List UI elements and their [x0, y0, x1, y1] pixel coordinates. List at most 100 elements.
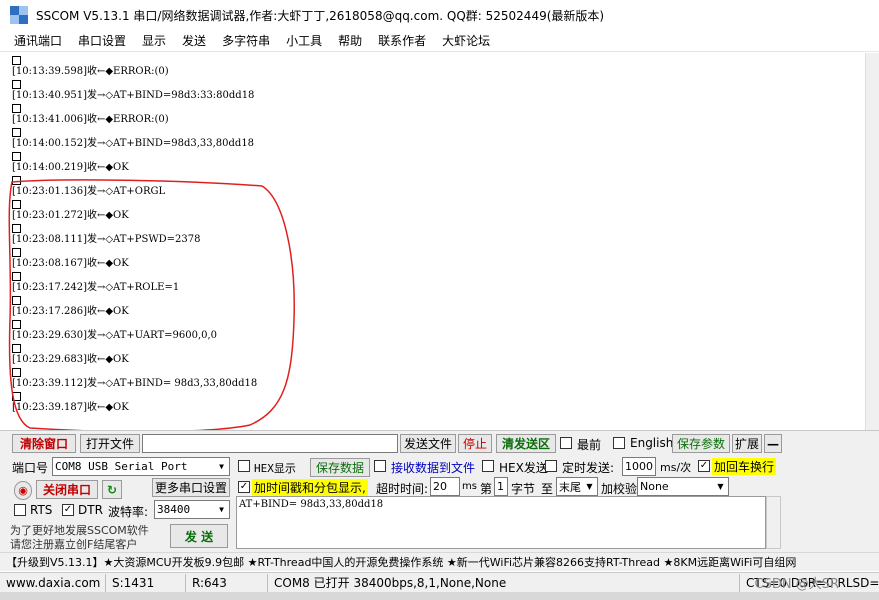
promo-line-2: 请您注册嘉立创F结尾客户 [10, 538, 138, 551]
log-line: [10:13:40.951]发→◇AT+BIND=98d3:33:80dd18 [12, 90, 255, 101]
stop-button[interactable]: 停止 [458, 434, 492, 453]
add-crlf-label: 加回车换行 [712, 458, 777, 475]
rts-checkbox[interactable] [14, 504, 26, 516]
byte-nth-label: 第 [480, 482, 493, 496]
hex-send-checkbox[interactable] [482, 460, 494, 472]
log-line: [10:23:39.187]收←◆OK [12, 402, 129, 413]
refresh-icon[interactable]: ↻ [102, 480, 122, 499]
chevron-down-icon: ▼ [717, 482, 724, 491]
timed-unit-label: ms/次 [660, 461, 692, 474]
send-scrollbar[interactable] [766, 496, 781, 549]
recv-to-file-label: 接收数据到文件 [391, 461, 476, 475]
collapse-button[interactable]: — [764, 434, 782, 453]
checksum-select[interactable]: None ▼ [637, 477, 729, 496]
menu-port[interactable]: 通讯端口 [0, 32, 70, 49]
menu-contact[interactable]: 联系作者 [370, 32, 434, 49]
timeout-input[interactable]: 20 [430, 477, 460, 496]
menu-serial-settings[interactable]: 串口设置 [70, 32, 134, 49]
timed-interval-input[interactable]: 1000 [622, 457, 656, 476]
menu-help[interactable]: 帮助 [330, 32, 370, 49]
to-label: 至 [541, 482, 554, 496]
log-marker [12, 176, 21, 185]
chevron-down-icon: ▼ [586, 482, 593, 491]
send-textarea[interactable]: AT+BIND= 98d3,33,80dd18 [236, 496, 766, 549]
log-line: [10:13:41.006]收←◆ERROR:(0) [12, 114, 169, 125]
log-line: [10:23:01.272]收←◆OK [12, 210, 129, 221]
dtr-label: DTR [78, 503, 103, 517]
status-website[interactable]: www.daxia.com [0, 573, 106, 592]
log-line: [10:23:29.630]发→◇AT+UART=9600,0,0 [12, 330, 218, 341]
status-bar: www.daxia.com S:1431 R:643 COM8 已打开 3840… [0, 572, 879, 592]
latest-label: 最前 [577, 438, 602, 452]
status-sent: S:1431 [106, 573, 186, 592]
to-select[interactable]: 末尾 ▼ [556, 477, 598, 496]
chevron-down-icon: ▼ [219, 505, 224, 514]
log-line: [10:13:39.598]收←◆ERROR:(0) [12, 66, 169, 77]
clear-send-button[interactable]: 清发送区 [496, 434, 556, 453]
log-marker [12, 224, 21, 233]
dtr-checkbox[interactable]: ✓ [62, 504, 74, 516]
timeout-label: 超时时间: [376, 482, 429, 496]
english-label: English [630, 436, 674, 450]
port-value: COM8 USB Serial Port [55, 460, 188, 473]
log-marker [12, 320, 21, 329]
status-port-state: COM8 已打开 38400bps,8,1,None,None [268, 573, 740, 592]
clear-window-button[interactable]: 清除窗口 [12, 434, 76, 453]
log-scrollbar[interactable] [866, 53, 879, 430]
save-params-button[interactable]: 保存参数 [672, 434, 730, 453]
log-marker [12, 200, 21, 209]
log-marker [12, 392, 21, 401]
log-line: [10:23:08.111]发→◇AT+PSWD=2378 [12, 234, 201, 245]
receive-log[interactable]: [10:13:39.598]收←◆ERROR:(0) [10:13:40.951… [0, 53, 866, 430]
log-line: [10:23:08.167]收←◆OK [12, 258, 129, 269]
english-checkbox[interactable] [613, 437, 625, 449]
timeout-unit-label: ms [462, 481, 477, 492]
timed-send-label: 定时发送: [562, 461, 615, 475]
hex-display-label: HEX显示 [254, 462, 296, 475]
port-label: 端口号 [12, 461, 49, 475]
open-file-button[interactable]: 打开文件 [80, 434, 140, 453]
rts-label: RTS [30, 503, 53, 517]
log-line: [10:23:39.112]发→◇AT+BIND= 98d3,33,80dd18 [12, 378, 258, 389]
log-line: [10:23:01.136]发→◇AT+ORGL [12, 186, 166, 197]
menu-forum[interactable]: 大虾论坛 [434, 32, 498, 49]
log-marker [12, 56, 21, 65]
menu-multi-string[interactable]: 多字符串 [214, 32, 278, 49]
log-marker [12, 104, 21, 113]
record-icon[interactable]: ◉ [14, 481, 32, 500]
baud-select[interactable]: 38400 ▼ [154, 500, 230, 519]
menu-send[interactable]: 发送 [174, 32, 214, 49]
promo-bar[interactable]: 【升级到V5.13.1】★大资源MCU开发板9.9包邮 ★RT-Thread中国… [0, 552, 879, 571]
save-data-button[interactable]: 保存数据 [310, 458, 370, 477]
to-value: 末尾 [559, 480, 581, 494]
more-settings-button[interactable]: 更多串口设置 [152, 478, 230, 497]
timed-send-checkbox[interactable] [545, 460, 557, 472]
add-crlf-checkbox[interactable]: ✓ [698, 460, 710, 472]
latest-checkbox[interactable] [560, 437, 572, 449]
log-marker [12, 128, 21, 137]
menu-display[interactable]: 显示 [134, 32, 174, 49]
port-select[interactable]: COM8 USB Serial Port ▼ [52, 457, 230, 476]
expand-button[interactable]: 扩展 [732, 434, 762, 453]
log-line: [10:23:17.242]发→◇AT+ROLE=1 [12, 282, 180, 293]
log-line: [10:14:00.152]发→◇AT+BIND=98d3,33,80dd18 [12, 138, 255, 149]
close-port-button[interactable]: 关闭串口 [36, 480, 98, 499]
send-text: AT+BIND= 98d3,33,80dd18 [239, 499, 384, 510]
title-bar: SSCOM V5.13.1 串口/网络数据调试器,作者:大虾丁丁,2618058… [0, 0, 879, 30]
log-line: [10:14:00.219]收←◆OK [12, 162, 129, 173]
watermark: CSDN @大SR [754, 577, 839, 592]
send-button[interactable]: 发 送 [170, 524, 228, 548]
checksum-label: 加校验 [601, 482, 638, 496]
log-marker [12, 368, 21, 377]
checksum-value: None [640, 480, 669, 493]
byte-index-input[interactable]: 1 [494, 477, 508, 496]
hex-display-checkbox[interactable] [238, 460, 250, 472]
timestamp-checkbox[interactable]: ✓ [238, 481, 250, 493]
bottom-strip [0, 592, 879, 600]
file-path-input[interactable] [142, 434, 398, 453]
hex-send-label: HEX发送 [499, 461, 548, 475]
send-file-button[interactable]: 发送文件 [400, 434, 456, 453]
menu-tools[interactable]: 小工具 [278, 32, 330, 49]
log-marker [12, 248, 21, 257]
recv-to-file-checkbox[interactable] [374, 460, 386, 472]
